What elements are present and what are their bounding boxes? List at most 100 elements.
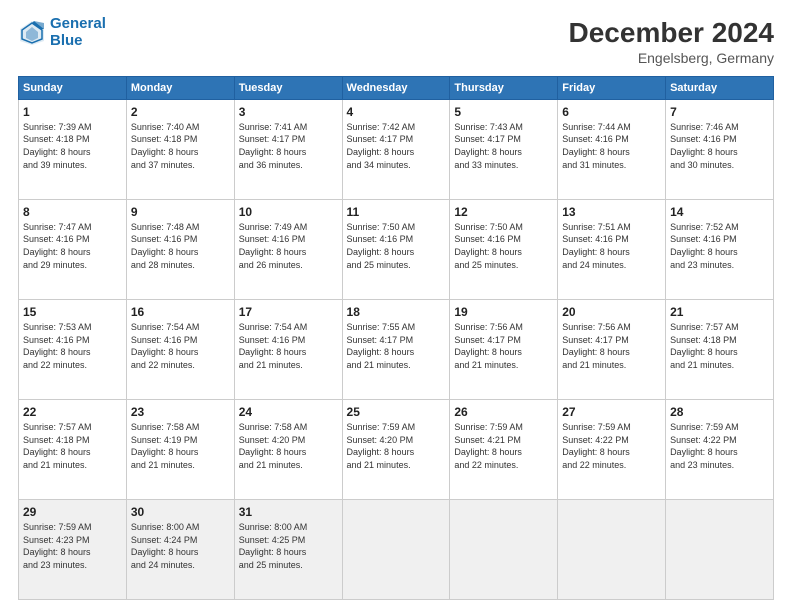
day-cell: 5Sunrise: 7:43 AMSunset: 4:17 PMDaylight… <box>450 99 558 199</box>
day-number: 28 <box>670 404 769 420</box>
page: General Blue December 2024 Engelsberg, G… <box>0 0 792 612</box>
col-thursday: Thursday <box>450 76 558 99</box>
day-cell: 1Sunrise: 7:39 AMSunset: 4:18 PMDaylight… <box>19 99 127 199</box>
day-number: 8 <box>23 204 122 220</box>
day-info: Sunrise: 7:44 AMSunset: 4:16 PMDaylight:… <box>562 121 661 171</box>
day-cell: 24Sunrise: 7:58 AMSunset: 4:20 PMDayligh… <box>234 399 342 499</box>
day-number: 19 <box>454 304 553 320</box>
day-number: 25 <box>347 404 446 420</box>
day-number: 9 <box>131 204 230 220</box>
day-cell: 20Sunrise: 7:56 AMSunset: 4:17 PMDayligh… <box>558 299 666 399</box>
logo-line1: General <box>50 15 106 32</box>
day-cell: 2Sunrise: 7:40 AMSunset: 4:18 PMDaylight… <box>126 99 234 199</box>
day-cell: 7Sunrise: 7:46 AMSunset: 4:16 PMDaylight… <box>666 99 774 199</box>
day-info: Sunrise: 7:59 AMSunset: 4:22 PMDaylight:… <box>562 421 661 471</box>
day-number: 24 <box>239 404 338 420</box>
day-number: 14 <box>670 204 769 220</box>
day-number: 16 <box>131 304 230 320</box>
day-info: Sunrise: 8:00 AMSunset: 4:24 PMDaylight:… <box>131 521 230 571</box>
day-cell: 8Sunrise: 7:47 AMSunset: 4:16 PMDaylight… <box>19 199 127 299</box>
day-info: Sunrise: 7:56 AMSunset: 4:17 PMDaylight:… <box>454 321 553 371</box>
day-info: Sunrise: 7:58 AMSunset: 4:19 PMDaylight:… <box>131 421 230 471</box>
day-cell <box>558 499 666 599</box>
day-info: Sunrise: 7:54 AMSunset: 4:16 PMDaylight:… <box>239 321 338 371</box>
day-info: Sunrise: 7:42 AMSunset: 4:17 PMDaylight:… <box>347 121 446 171</box>
day-cell: 13Sunrise: 7:51 AMSunset: 4:16 PMDayligh… <box>558 199 666 299</box>
day-info: Sunrise: 7:51 AMSunset: 4:16 PMDaylight:… <box>562 221 661 271</box>
day-cell: 31Sunrise: 8:00 AMSunset: 4:25 PMDayligh… <box>234 499 342 599</box>
day-info: Sunrise: 7:48 AMSunset: 4:16 PMDaylight:… <box>131 221 230 271</box>
header: General Blue December 2024 Engelsberg, G… <box>18 16 774 66</box>
day-info: Sunrise: 7:41 AMSunset: 4:17 PMDaylight:… <box>239 121 338 171</box>
month-title: December 2024 <box>569 16 774 50</box>
day-info: Sunrise: 7:57 AMSunset: 4:18 PMDaylight:… <box>670 321 769 371</box>
day-cell <box>342 499 450 599</box>
day-cell: 18Sunrise: 7:55 AMSunset: 4:17 PMDayligh… <box>342 299 450 399</box>
day-number: 13 <box>562 204 661 220</box>
col-friday: Friday <box>558 76 666 99</box>
day-info: Sunrise: 7:50 AMSunset: 4:16 PMDaylight:… <box>347 221 446 271</box>
day-info: Sunrise: 7:52 AMSunset: 4:16 PMDaylight:… <box>670 221 769 271</box>
day-number: 1 <box>23 104 122 120</box>
day-number: 29 <box>23 504 122 520</box>
day-info: Sunrise: 7:53 AMSunset: 4:16 PMDaylight:… <box>23 321 122 371</box>
day-cell: 17Sunrise: 7:54 AMSunset: 4:16 PMDayligh… <box>234 299 342 399</box>
day-info: Sunrise: 7:58 AMSunset: 4:20 PMDaylight:… <box>239 421 338 471</box>
week-row-5: 29Sunrise: 7:59 AMSunset: 4:23 PMDayligh… <box>19 499 774 599</box>
day-number: 21 <box>670 304 769 320</box>
day-cell <box>450 499 558 599</box>
day-info: Sunrise: 7:46 AMSunset: 4:16 PMDaylight:… <box>670 121 769 171</box>
day-info: Sunrise: 7:43 AMSunset: 4:17 PMDaylight:… <box>454 121 553 171</box>
day-info: Sunrise: 7:59 AMSunset: 4:23 PMDaylight:… <box>23 521 122 571</box>
day-cell: 28Sunrise: 7:59 AMSunset: 4:22 PMDayligh… <box>666 399 774 499</box>
day-number: 10 <box>239 204 338 220</box>
day-number: 3 <box>239 104 338 120</box>
day-info: Sunrise: 7:47 AMSunset: 4:16 PMDaylight:… <box>23 221 122 271</box>
day-info: Sunrise: 7:56 AMSunset: 4:17 PMDaylight:… <box>562 321 661 371</box>
day-cell: 6Sunrise: 7:44 AMSunset: 4:16 PMDaylight… <box>558 99 666 199</box>
day-cell: 10Sunrise: 7:49 AMSunset: 4:16 PMDayligh… <box>234 199 342 299</box>
day-number: 2 <box>131 104 230 120</box>
logo: General Blue <box>18 16 106 49</box>
day-info: Sunrise: 8:00 AMSunset: 4:25 PMDaylight:… <box>239 521 338 571</box>
day-number: 17 <box>239 304 338 320</box>
day-info: Sunrise: 7:55 AMSunset: 4:17 PMDaylight:… <box>347 321 446 371</box>
day-number: 15 <box>23 304 122 320</box>
day-number: 4 <box>347 104 446 120</box>
week-row-1: 1Sunrise: 7:39 AMSunset: 4:18 PMDaylight… <box>19 99 774 199</box>
day-number: 20 <box>562 304 661 320</box>
col-sunday: Sunday <box>19 76 127 99</box>
day-number: 18 <box>347 304 446 320</box>
week-row-3: 15Sunrise: 7:53 AMSunset: 4:16 PMDayligh… <box>19 299 774 399</box>
day-cell: 27Sunrise: 7:59 AMSunset: 4:22 PMDayligh… <box>558 399 666 499</box>
day-cell: 25Sunrise: 7:59 AMSunset: 4:20 PMDayligh… <box>342 399 450 499</box>
day-cell <box>666 499 774 599</box>
day-cell: 3Sunrise: 7:41 AMSunset: 4:17 PMDaylight… <box>234 99 342 199</box>
calendar: Sunday Monday Tuesday Wednesday Thursday… <box>18 76 774 600</box>
day-cell: 29Sunrise: 7:59 AMSunset: 4:23 PMDayligh… <box>19 499 127 599</box>
day-info: Sunrise: 7:40 AMSunset: 4:18 PMDaylight:… <box>131 121 230 171</box>
logo-icon <box>18 19 46 47</box>
day-info: Sunrise: 7:49 AMSunset: 4:16 PMDaylight:… <box>239 221 338 271</box>
col-wednesday: Wednesday <box>342 76 450 99</box>
day-info: Sunrise: 7:59 AMSunset: 4:20 PMDaylight:… <box>347 421 446 471</box>
header-row: Sunday Monday Tuesday Wednesday Thursday… <box>19 76 774 99</box>
day-info: Sunrise: 7:59 AMSunset: 4:21 PMDaylight:… <box>454 421 553 471</box>
day-cell: 26Sunrise: 7:59 AMSunset: 4:21 PMDayligh… <box>450 399 558 499</box>
day-number: 6 <box>562 104 661 120</box>
logo-text: General Blue <box>50 16 106 49</box>
day-number: 31 <box>239 504 338 520</box>
col-tuesday: Tuesday <box>234 76 342 99</box>
week-row-2: 8Sunrise: 7:47 AMSunset: 4:16 PMDaylight… <box>19 199 774 299</box>
day-number: 5 <box>454 104 553 120</box>
day-cell: 21Sunrise: 7:57 AMSunset: 4:18 PMDayligh… <box>666 299 774 399</box>
day-number: 22 <box>23 404 122 420</box>
day-number: 30 <box>131 504 230 520</box>
col-saturday: Saturday <box>666 76 774 99</box>
title-block: December 2024 Engelsberg, Germany <box>569 16 774 66</box>
day-cell: 23Sunrise: 7:58 AMSunset: 4:19 PMDayligh… <box>126 399 234 499</box>
day-cell: 30Sunrise: 8:00 AMSunset: 4:24 PMDayligh… <box>126 499 234 599</box>
day-info: Sunrise: 7:39 AMSunset: 4:18 PMDaylight:… <box>23 121 122 171</box>
day-number: 7 <box>670 104 769 120</box>
subtitle: Engelsberg, Germany <box>569 50 774 66</box>
